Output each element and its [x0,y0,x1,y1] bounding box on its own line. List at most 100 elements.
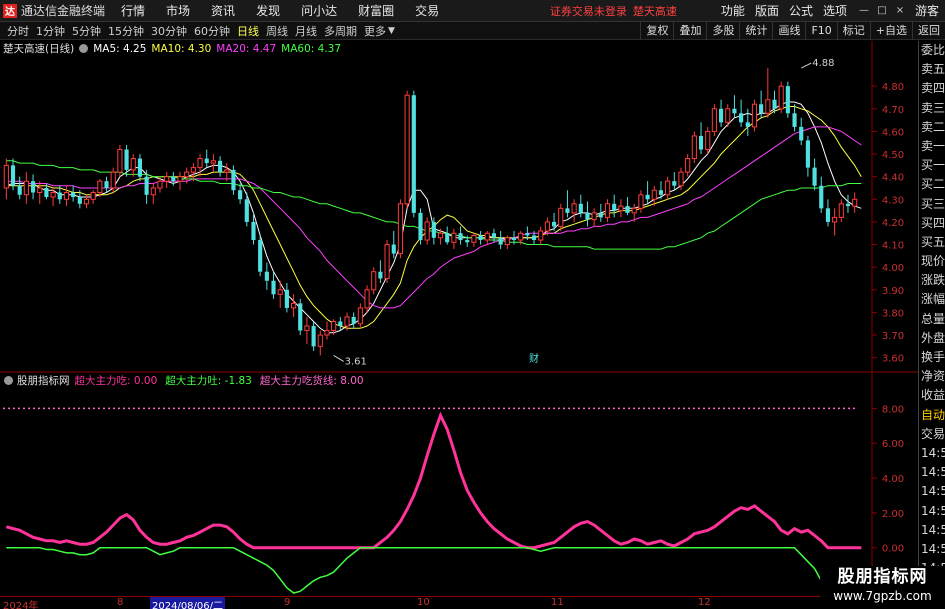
sidebar-item[interactable]: 14:56 [919,482,945,501]
candle-body-down [792,113,797,127]
menu-item-wealth[interactable]: 财富圈 [358,2,394,19]
time-label: 2024年 [3,601,39,609]
sidebar-item[interactable]: 卖三 [919,99,945,118]
period-30min[interactable]: 30分钟 [151,23,187,39]
menu-item-quotes[interactable]: 行情 [121,2,145,19]
sidebar-item[interactable]: 自动 [919,406,945,425]
price-tick-label: 3.60 [882,354,904,365]
sidebar-item[interactable]: 14:56 [919,521,945,540]
candle-body-down [351,316,356,324]
sidebar-item[interactable]: 买二 [919,175,945,194]
menu-item-function[interactable]: 功能 [721,2,745,19]
sidebar-item[interactable]: 委比 [919,41,945,60]
sidebar-item[interactable]: 涨跌 [919,271,945,290]
sidebar-item[interactable]: 收益 [919,386,945,405]
settings-icon[interactable] [79,44,89,53]
indicator-tick-label: 0.00 [882,544,904,555]
menu-item-news[interactable]: 资讯 [211,2,235,19]
candle-body-up [37,187,43,194]
sidebar-item[interactable]: 交易 [919,425,945,444]
kline-chart[interactable]: 4.80 4.70 4.60 4.50 4.40 4.30 4.20 4.10 4.00 3.90… [0,41,918,596]
sidebar-item[interactable]: 买五 [919,233,945,252]
sidebar-item[interactable]: 买一 [919,156,945,175]
multi-stock-button[interactable]: 多股 [706,21,739,40]
login-notice[interactable]: 证券交易未登录 [550,3,627,19]
period-multi[interactable]: 多周期 [324,23,357,39]
candle-body-down [625,206,630,213]
indicator-settings-icon[interactable] [4,376,13,385]
candle-body-up [190,167,196,173]
sidebar-item[interactable]: 买四 [919,214,945,233]
candle-body-up [357,307,363,325]
menu-item-market[interactable]: 市场 [166,2,190,19]
period-1min[interactable]: 1分钟 [36,23,65,39]
candle-body-down [204,158,209,164]
sidebar-item[interactable]: 14:56 [919,540,945,559]
statistics-button[interactable]: 统计 [739,21,772,40]
candle-body-down [799,126,804,141]
menu-item-discover[interactable]: 发现 [256,2,280,19]
candle-body-up [3,164,9,189]
sidebar-item[interactable]: 买三 [919,195,945,214]
price-tick-label: 3.80 [882,308,904,319]
guest-label[interactable]: 游客 [915,2,939,19]
mark-button[interactable]: 标记 [836,21,870,40]
candle-body-up [685,158,691,173]
candle-body-up [184,171,190,178]
candle-body-down [598,212,603,218]
candle-body-up [150,187,156,196]
candle-body-up [518,232,524,241]
menu-item-options[interactable]: 选项 [823,2,847,19]
minimize-icon[interactable]: — [857,4,871,18]
candle-body-down [338,321,343,327]
sidebar-item[interactable]: 总量 [919,310,945,329]
period-daily[interactable]: 日线 [237,23,259,39]
add-watchlist-button[interactable]: +自选 [869,21,912,40]
candle-body-up [197,158,203,169]
sidebar-item[interactable]: 14:56 [919,463,945,482]
sidebar-item[interactable]: 卖四 [919,79,945,98]
sidebar-item[interactable]: 14:56 [919,444,945,463]
period-more[interactable]: 更多 [364,23,386,39]
sidebar-item[interactable]: 卖二 [919,118,945,137]
period-monthly[interactable]: 月线 [295,23,317,39]
sidebar-item[interactable]: 外盘 [919,329,945,348]
candle-body-up [23,180,29,196]
sidebar-item[interactable]: 涨幅 [919,290,945,309]
sidebar-item[interactable]: 卖五 [919,60,945,79]
menu-item-ask[interactable]: 问小达 [301,2,337,19]
candle-body-down [845,203,851,207]
candle-body-down [17,185,22,195]
more-chevron-icon[interactable]: ▼ [388,26,395,36]
f10-button[interactable]: F10 [805,21,836,40]
sidebar-item[interactable]: 现价 [919,252,945,271]
candle-body-down [491,233,497,238]
period-weekly[interactable]: 周线 [266,23,288,39]
sidebar-item[interactable]: 换手 [919,348,945,367]
candle-body-down [298,303,303,331]
sidebar-item[interactable]: 净资 [919,367,945,386]
draw-line-button[interactable]: 画线 [772,21,805,40]
sidebar-item[interactable]: 卖一 [919,137,945,156]
overlay-button[interactable]: 叠加 [673,21,706,40]
menu-item-trade[interactable]: 交易 [415,2,439,19]
candle-body-up [484,232,490,241]
menu-item-formula[interactable]: 公式 [789,2,813,19]
close-icon[interactable]: × [893,4,907,18]
menu-item-layout[interactable]: 版面 [755,2,779,19]
period-15min[interactable]: 15分钟 [108,23,144,39]
price-tick-label: 4.60 [882,127,904,138]
restore-icon[interactable]: □ [875,4,889,18]
indicator-tick-label: 4.00 [882,474,904,485]
sidebar-item[interactable]: 14:56 [919,502,945,521]
back-button[interactable]: 返回 [912,21,945,40]
period-5min[interactable]: 5分钟 [72,23,101,39]
period-60min[interactable]: 60分钟 [194,23,230,39]
indicator-buy-label: 超大主力吃: 0.00 [74,375,158,387]
adjust-button[interactable]: 复权 [640,21,673,40]
candle-body-down [57,192,62,200]
time-axis: 2024年82024/08/06/二91011121 [0,596,918,609]
candle-body-down [418,212,423,241]
period-intraday[interactable]: 分时 [7,23,29,39]
candle-body-up [63,192,70,200]
